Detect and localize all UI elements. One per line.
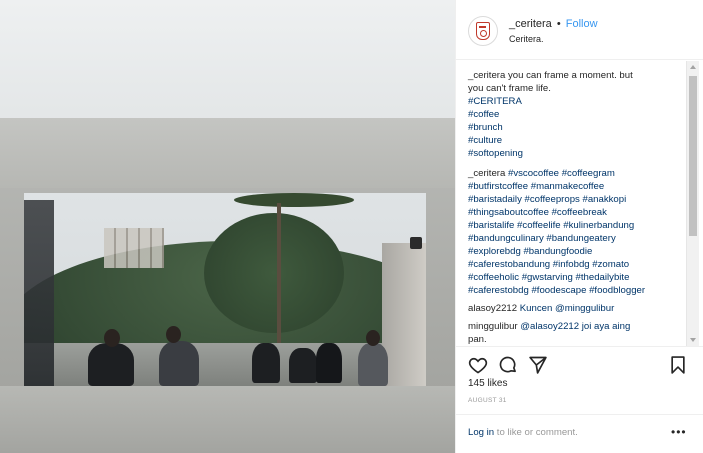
post-footer: Log in to like or comment. ••• — [456, 414, 703, 453]
login-prompt: Log in to like or comment. — [468, 427, 578, 438]
cup-logo-icon — [476, 22, 490, 40]
photo-standing-person — [24, 200, 54, 386]
photo-tree-canopy — [234, 193, 354, 207]
post-header: _ceritera • Follow Ceritera. — [456, 0, 703, 60]
hashtag-line[interactable]: #baristadaily #coffeeprops #anakkopi — [468, 193, 683, 206]
header-username[interactable]: _ceritera — [509, 18, 552, 30]
photo-pillar — [382, 243, 426, 386]
comment-line: _ceritera #vscocoffee #coffeegram — [468, 167, 683, 180]
scroll-down-arrow-icon[interactable] — [690, 338, 696, 342]
comments-list: _ceritera you can frame a moment. but yo… — [468, 69, 683, 346]
comments-section[interactable]: _ceritera you can frame a moment. but yo… — [456, 61, 703, 346]
caption-line: _ceritera you can frame a moment. but — [468, 69, 683, 82]
hashtag-line[interactable]: #coffeeholic #gwstarving #thedailybite — [468, 271, 683, 284]
comment-username[interactable]: minggulibur — [468, 321, 518, 332]
photo-person — [88, 343, 134, 386]
more-options-icon[interactable]: ••• — [671, 425, 687, 439]
photo-person — [159, 341, 199, 386]
header-location[interactable]: Ceritera. — [509, 34, 544, 44]
header-separator: • — [556, 18, 561, 30]
login-prompt-text: to like or comment. — [494, 427, 578, 438]
hashtag-link[interactable]: #vscocoffee #coffeegram — [508, 168, 615, 179]
photo-sky — [0, 0, 455, 125]
post-side-panel: _ceritera • Follow Ceritera. _ceritera y… — [455, 0, 703, 453]
scroll-up-arrow-icon[interactable] — [690, 65, 696, 69]
photo-person-head — [166, 326, 181, 343]
caption-text: _ceritera you can frame a moment. but — [468, 70, 633, 81]
hashtag-line[interactable]: #caferestobandung #infobdg #zomato — [468, 258, 683, 271]
comment-text[interactable]: Kuncen @minggulibur — [520, 303, 615, 314]
hashtag-link[interactable]: #culture — [468, 134, 683, 147]
follow-button[interactable]: Follow — [566, 18, 598, 30]
hashtag-line[interactable]: #bandungculinary #bandungeatery — [468, 232, 683, 245]
photo-lamp — [410, 237, 422, 249]
hashtag-link[interactable]: #coffee — [468, 108, 683, 121]
hashtag-link[interactable]: #softopening — [468, 147, 683, 160]
photo-ledge — [0, 386, 455, 453]
login-link[interactable]: Log in — [468, 427, 494, 438]
photo-person — [252, 343, 280, 383]
hashtag-line[interactable]: #baristalife #coffeelife #kulinerbandung — [468, 219, 683, 232]
action-bar — [456, 346, 703, 380]
hashtag-link[interactable]: #brunch — [468, 121, 683, 134]
heart-icon[interactable] — [468, 355, 488, 375]
likes-count[interactable]: 145 likes — [468, 378, 507, 389]
photo-person-head — [104, 329, 120, 347]
photo-person — [289, 348, 317, 383]
header-user-line: _ceritera • Follow — [509, 18, 598, 30]
comment-text[interactable]: @alasoy2212 joi aya aing — [520, 321, 630, 332]
hashtag-line[interactable]: #thingsaboutcoffee #coffeebreak — [468, 206, 683, 219]
photo-hill-peak — [204, 213, 344, 333]
bookmark-icon[interactable] — [668, 355, 688, 375]
post-photo[interactable] — [0, 0, 455, 453]
photo-wall-top — [0, 118, 455, 188]
avatar[interactable] — [468, 16, 498, 46]
hashtag-line[interactable]: #caferestobdg #foodescape #foodblogger — [468, 284, 683, 297]
comment-line-cont: pan. — [468, 334, 487, 345]
scroll-thumb[interactable] — [689, 76, 697, 236]
caption-line: you can't frame life. — [468, 83, 551, 94]
hashtag-link[interactable]: #CERITERA — [468, 95, 683, 108]
share-arrow-icon[interactable] — [528, 355, 548, 375]
comments-scrollbar[interactable] — [686, 61, 699, 346]
comment-username[interactable]: alasoy2212 — [468, 303, 517, 314]
photo-person — [316, 343, 342, 383]
post-date[interactable]: AUGUST 31 — [468, 397, 507, 404]
hashtag-line[interactable]: #butfirstcoffee #manmakecoffee — [468, 180, 683, 193]
comment-username[interactable]: _ceritera — [468, 168, 505, 179]
comment-line: minggulibur @alasoy2212 joi aya aing — [468, 320, 683, 333]
photo-window-frame — [24, 193, 426, 386]
photo-person — [358, 343, 388, 386]
photo-person-head — [366, 330, 380, 346]
hashtag-line[interactable]: #explorebdg #bandungfoodie — [468, 245, 683, 258]
comment-line: alasoy2212 Kuncen @minggulibur — [468, 302, 683, 315]
photo-houses — [104, 228, 164, 268]
comment-bubble-icon[interactable] — [498, 355, 518, 375]
